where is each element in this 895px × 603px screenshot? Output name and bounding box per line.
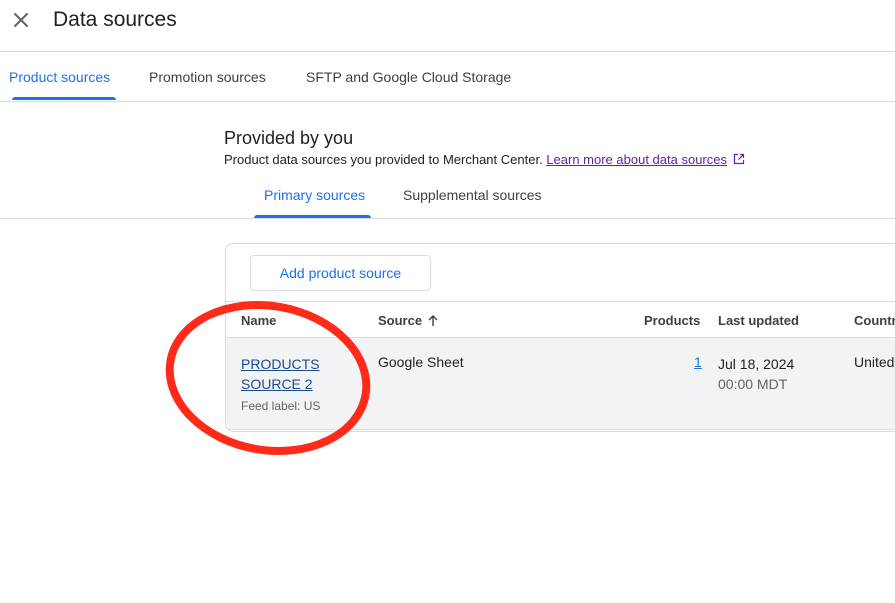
active-tab-indicator bbox=[12, 97, 116, 100]
column-header-products[interactable]: Products bbox=[644, 313, 700, 328]
main-tabs: Product sources Promotion sources SFTP a… bbox=[0, 53, 895, 102]
column-header-last-updated[interactable]: Last updated bbox=[718, 313, 799, 328]
add-product-source-button[interactable]: Add product source bbox=[250, 255, 431, 291]
source-name-link-line1[interactable]: PRODUCTS bbox=[241, 354, 320, 374]
learn-more-link[interactable]: Learn more about data sources bbox=[546, 152, 727, 167]
feed-label: Feed label: US bbox=[241, 399, 321, 413]
tab-promotion-sources[interactable]: Promotion sources bbox=[149, 69, 266, 85]
section-title: Provided by you bbox=[224, 128, 354, 148]
products-count-link[interactable]: 1 bbox=[694, 354, 702, 370]
tab-sftp-gcs[interactable]: SFTP and Google Cloud Storage bbox=[306, 69, 511, 85]
section-description: Product data sources you provided to Mer… bbox=[224, 152, 745, 168]
arrow-up-icon[interactable] bbox=[427, 314, 439, 330]
table-row[interactable]: PRODUCTS SOURCE 2 Feed label: US Google … bbox=[226, 338, 895, 430]
column-header-source[interactable]: Source bbox=[378, 313, 439, 330]
column-header-country[interactable]: Countr bbox=[854, 313, 895, 328]
column-header-source-label: Source bbox=[378, 313, 423, 328]
sub-tabs: Primary sources Supplemental sources bbox=[0, 180, 895, 219]
column-header-name[interactable]: Name bbox=[241, 313, 276, 328]
last-updated-date: Jul 18, 2024 bbox=[718, 356, 795, 372]
source-name-link-line2[interactable]: SOURCE 2 bbox=[241, 374, 320, 394]
close-icon[interactable] bbox=[10, 9, 32, 31]
page-title: Data sources bbox=[53, 8, 177, 31]
tab-primary-sources[interactable]: Primary sources bbox=[264, 187, 365, 203]
active-subtab-indicator bbox=[254, 215, 371, 218]
source-name-cell: PRODUCTS SOURCE 2 bbox=[241, 354, 320, 394]
last-updated-time: 00:00 MDT bbox=[718, 376, 788, 392]
sources-card: Add product source Name Source Products … bbox=[225, 243, 895, 432]
country-cell: United bbox=[854, 354, 895, 370]
top-bar: Data sources bbox=[0, 0, 895, 52]
section-description-text: Product data sources you provided to Mer… bbox=[224, 152, 543, 167]
last-updated-cell: Jul 18, 2024 00:00 MDT bbox=[718, 354, 794, 394]
table-header: Name Source Products Last updated Countr bbox=[226, 301, 895, 338]
external-link-icon[interactable] bbox=[733, 153, 745, 168]
tab-product-sources[interactable]: Product sources bbox=[9, 69, 110, 85]
tab-supplemental-sources[interactable]: Supplemental sources bbox=[403, 187, 542, 203]
source-type: Google Sheet bbox=[378, 354, 464, 370]
